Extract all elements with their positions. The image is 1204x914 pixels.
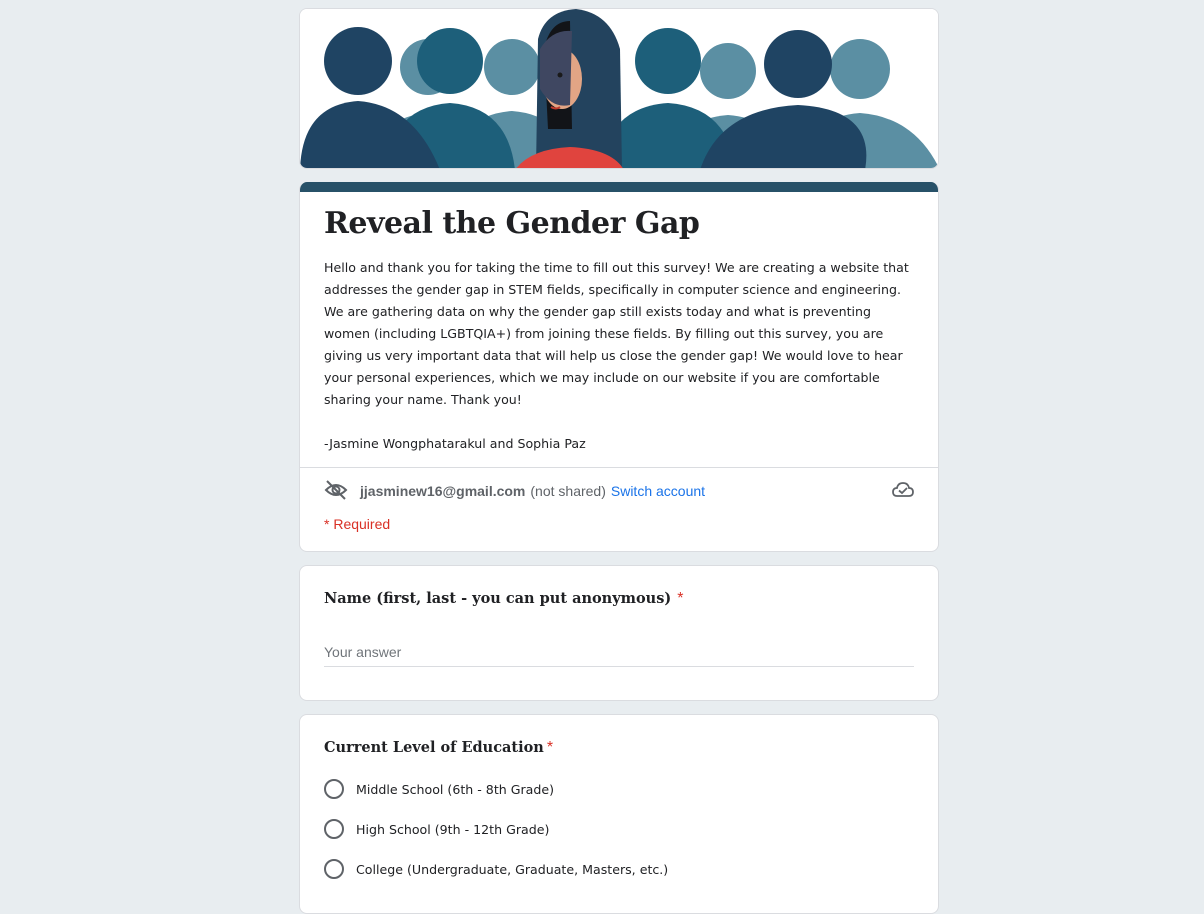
option-high-school[interactable]: High School (9th - 12th Grade) bbox=[324, 809, 914, 849]
account-email: jjasminew16@gmail.com bbox=[360, 483, 525, 499]
form-description: Hello and thank you for taking the time … bbox=[324, 257, 914, 455]
form-column: Reveal the Gender Gap Hello and thank yo… bbox=[299, 8, 939, 914]
required-star: * bbox=[547, 739, 553, 756]
name-answer-input[interactable] bbox=[324, 640, 914, 667]
option-label: Middle School (6th - 8th Grade) bbox=[356, 782, 554, 797]
form-header-card: Reveal the Gender Gap Hello and thank yo… bbox=[299, 182, 939, 552]
accent-bar bbox=[300, 182, 938, 192]
question-title: Name (first, last - you can put anonymou… bbox=[324, 590, 671, 607]
header-banner bbox=[299, 8, 939, 169]
question-card-name: Name (first, last - you can put anonymou… bbox=[299, 565, 939, 701]
eye-off-icon bbox=[324, 479, 348, 504]
option-college[interactable]: College (Undergraduate, Graduate, Master… bbox=[324, 849, 914, 889]
required-star: * bbox=[677, 590, 683, 607]
option-middle-school[interactable]: Middle School (6th - 8th Grade) bbox=[324, 769, 914, 809]
question-card-education: Current Level of Education* Middle Schoo… bbox=[299, 714, 939, 914]
required-note: * Required bbox=[300, 502, 938, 551]
form-title: Reveal the Gender Gap bbox=[324, 206, 914, 241]
switch-account-link[interactable]: Switch account bbox=[611, 483, 705, 499]
question-title: Current Level of Education bbox=[324, 739, 544, 756]
radio-button[interactable] bbox=[324, 779, 344, 799]
radio-button[interactable] bbox=[324, 819, 344, 839]
account-row: jjasminew16@gmail.com (not shared) Switc… bbox=[300, 468, 938, 502]
banner-illustration bbox=[300, 9, 939, 169]
radio-button[interactable] bbox=[324, 859, 344, 879]
cloud-check-icon bbox=[892, 481, 914, 502]
option-label: High School (9th - 12th Grade) bbox=[356, 822, 549, 837]
not-shared-note: (not shared) bbox=[530, 483, 605, 499]
